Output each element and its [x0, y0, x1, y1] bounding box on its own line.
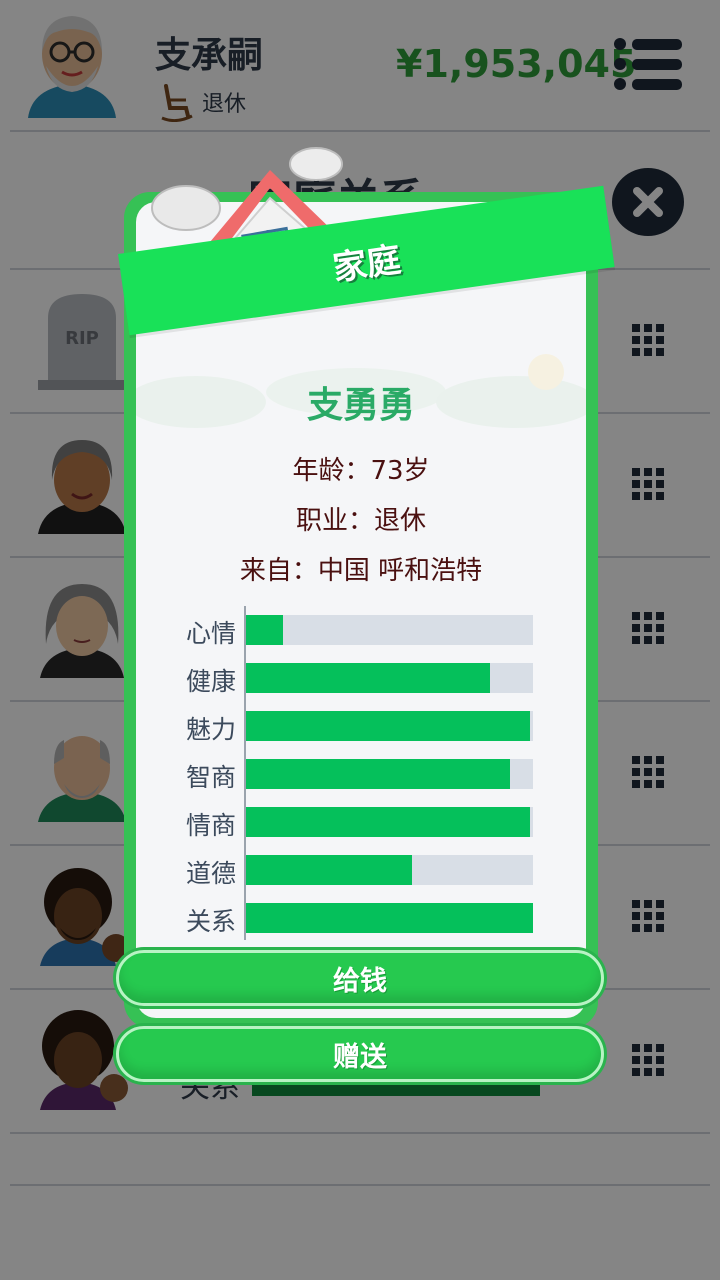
gift-label: 赠送 — [333, 1041, 387, 1073]
person-name: 支勇勇 — [306, 385, 415, 426]
stat-bar-charm — [246, 711, 533, 741]
person-job: 职业：退休 — [295, 506, 426, 536]
ribbon-label: 家庭 — [330, 239, 404, 289]
stat-label-iq: 智商 — [185, 763, 236, 792]
stat-fill-mood — [246, 615, 284, 645]
stat-fill-iq — [246, 759, 511, 789]
give-money-label: 给钱 — [333, 965, 387, 997]
stat-label-relationship: 关系 — [185, 907, 236, 936]
stat-label-charm: 魅力 — [185, 715, 236, 744]
person-origin: 来自：中国 呼和浩特 — [239, 556, 483, 586]
gift-button[interactable]: 赠送 — [116, 1026, 604, 1082]
stat-fill-health — [246, 663, 490, 693]
stat-label-eq: 情商 — [185, 811, 236, 840]
person-age: 年龄：73岁 — [292, 456, 430, 486]
give-money-button[interactable]: 给钱 — [116, 950, 604, 1006]
stat-fill-morality — [246, 855, 413, 885]
stat-label-morality: 道德 — [185, 859, 236, 888]
stat-bar-mood — [246, 615, 533, 645]
stat-label-health: 健康 — [185, 667, 236, 696]
stat-fill-relationship — [246, 903, 533, 933]
stat-bar-health — [246, 663, 533, 693]
stat-bar-iq — [246, 759, 533, 789]
stat-fill-charm — [246, 711, 531, 741]
stat-bar-relationship — [246, 903, 533, 933]
stat-bar-morality — [246, 855, 533, 885]
stat-bar-eq — [246, 807, 533, 837]
stat-label-mood: 心情 — [185, 619, 236, 648]
stat-fill-eq — [246, 807, 531, 837]
